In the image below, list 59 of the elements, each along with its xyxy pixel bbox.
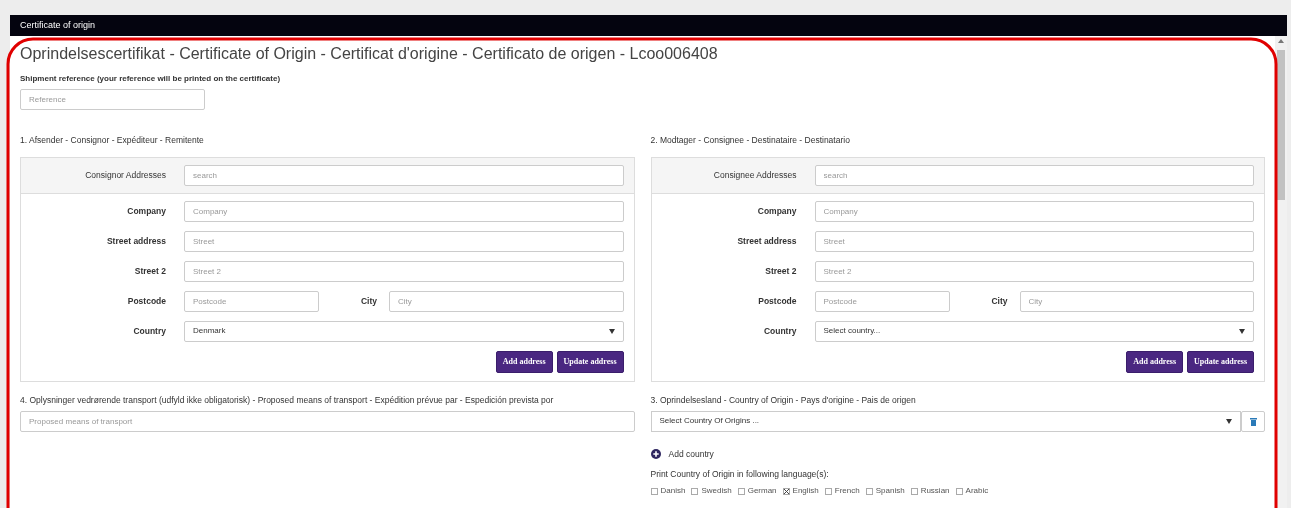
field-label: Consignor Addresses	[84, 169, 167, 182]
input-field[interactable]: Company	[184, 200, 624, 222]
input-field[interactable]: Street 2	[814, 260, 1254, 282]
check-icon	[784, 489, 790, 495]
field-label: Company	[126, 205, 167, 218]
field-label: Street address	[105, 235, 167, 248]
address-button[interactable]: Add address	[495, 350, 553, 373]
field-label: Consignee Addresses	[712, 169, 798, 182]
select-field[interactable]: Denmark	[184, 320, 624, 342]
input-field[interactable]: City	[389, 290, 624, 312]
input-field[interactable]: Postcode	[814, 290, 950, 312]
field-label: Shipment reference (your reference will be printed on the certificate)	[20, 73, 282, 86]
section-title: 4. Oplysninger vedrørende transport (udfyld ikke obligatorisk) - Proposed means of transport - Expédition prévue par - Espedición prevista por	[20, 393, 555, 407]
language-checkbox[interactable]: Swedish	[691, 485, 732, 498]
input-field[interactable]: Reference	[20, 89, 205, 111]
field-label: Street 2	[764, 265, 798, 278]
language-checkbox[interactable]: English	[782, 485, 819, 498]
language-checkbox[interactable]: Russian	[910, 485, 950, 498]
input-field[interactable]: Street	[184, 230, 624, 252]
language-checkbox[interactable]: Arabic	[955, 485, 989, 498]
page-heading: Oprindelsescertifikat - Certificate of Origin - Certificat d'origine - Certificato de origen - Lcoo006408	[20, 44, 719, 64]
field-label: Street address	[736, 235, 798, 248]
address-button[interactable]: Update address	[1187, 350, 1254, 373]
section-title: 1. Afsender - Consignor - Expéditeur - Remitente	[20, 134, 205, 147]
input-field[interactable]: Street 2	[184, 260, 624, 282]
input-field[interactable]: Street	[814, 230, 1254, 252]
field-label: Street 2	[133, 265, 167, 278]
section-title: 3. Oprindelsesland - Country of Origin - Pays d'origine - Pais de origen	[650, 393, 917, 407]
caret-icon	[608, 328, 615, 334]
select-field[interactable]: Select country...	[814, 320, 1254, 342]
delete-button[interactable]	[1241, 410, 1265, 432]
search-field[interactable]: search	[814, 164, 1254, 186]
field-label: Postcode	[757, 295, 798, 308]
field-label: Country	[762, 325, 798, 338]
field-label: Postcode	[126, 295, 167, 308]
input-field[interactable]: Proposed means of transport	[20, 410, 635, 432]
caret-icon	[1226, 418, 1232, 424]
language-checkbox[interactable]: Danish	[650, 485, 686, 498]
plus-icon	[650, 449, 661, 460]
add-country-link[interactable]: Add country	[668, 447, 714, 461]
input-field[interactable]: City	[1019, 290, 1254, 312]
language-checkbox[interactable]: French	[824, 485, 860, 498]
input-field[interactable]: Postcode	[184, 290, 319, 312]
select-field[interactable]: Select Country Of Origins ...	[650, 410, 1241, 432]
language-checkbox[interactable]: German	[737, 485, 777, 498]
input-field[interactable]: Company	[814, 200, 1254, 222]
address-button[interactable]: Add address	[1126, 350, 1183, 373]
field-label: Country	[132, 325, 167, 338]
field-label: Print Country of Origin in following language(s):	[650, 468, 830, 482]
field-label: City	[359, 295, 378, 308]
caret-icon	[1239, 328, 1245, 334]
language-checkbox[interactable]: Spanish	[865, 485, 905, 498]
section-title: 2. Modtager - Consignee - Destinataire - Destinatario	[650, 134, 851, 147]
address-button[interactable]: Update address	[556, 350, 624, 373]
search-field[interactable]: search	[184, 164, 624, 186]
field-label: Company	[756, 205, 798, 218]
field-label: City	[990, 295, 1009, 308]
trash-icon	[1249, 416, 1257, 426]
window-title: Certificate of origin	[20, 20, 96, 30]
